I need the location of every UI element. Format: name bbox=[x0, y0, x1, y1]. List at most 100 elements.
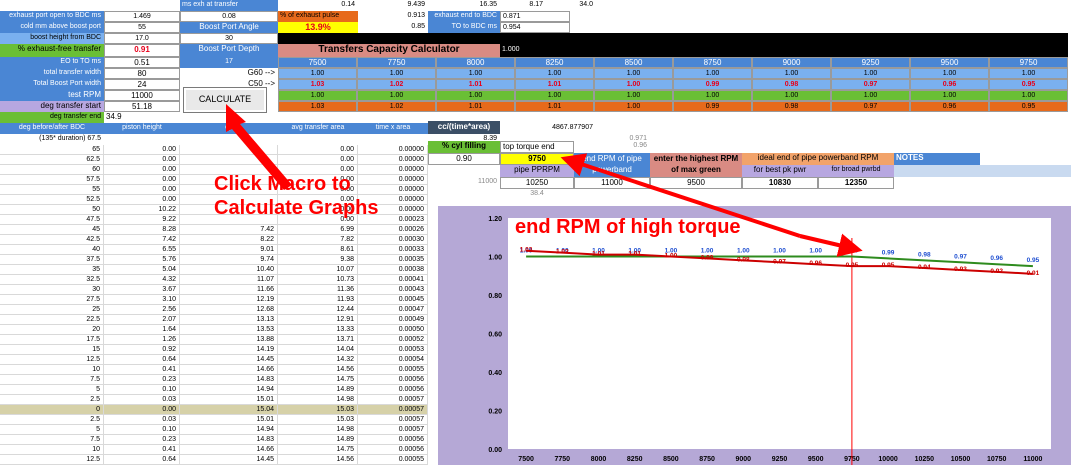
row_c50-cell[interactable]: 0.99 bbox=[673, 79, 752, 90]
op-cell[interactable]: 8.22 bbox=[180, 235, 278, 245]
rpm_header-cell[interactable]: 8750 bbox=[673, 57, 752, 68]
avg-cell[interactable]: 6.99 bbox=[278, 225, 358, 235]
piston-cell[interactable]: 0.23 bbox=[104, 435, 180, 445]
row_test-cell[interactable]: 1.00 bbox=[989, 90, 1068, 101]
op-cell[interactable]: 14.83 bbox=[180, 435, 278, 445]
deg-cell[interactable]: 17.5 bbox=[0, 335, 104, 345]
time-cell[interactable]: 0.00047 bbox=[358, 305, 428, 315]
deg-cell[interactable]: 12.5 bbox=[0, 455, 104, 465]
piston-cell[interactable]: 0.00 bbox=[104, 145, 180, 155]
best-pk-value[interactable]: 10830 bbox=[742, 177, 818, 189]
op-cell[interactable]: 14.45 bbox=[180, 455, 278, 465]
avg-cell[interactable]: 7.82 bbox=[278, 235, 358, 245]
rpm_header-cell[interactable]: 9500 bbox=[910, 57, 989, 68]
op-cell[interactable] bbox=[180, 145, 278, 155]
cell[interactable]: 4867.877907 bbox=[500, 123, 596, 134]
cell[interactable]: 55 bbox=[104, 22, 180, 33]
row_c50-cell[interactable]: 1.03 bbox=[278, 79, 357, 90]
row_c50-cell[interactable]: 1.02 bbox=[357, 79, 436, 90]
avg-cell[interactable]: 14.56 bbox=[278, 365, 358, 375]
deg-cell[interactable]: 40 bbox=[0, 245, 104, 255]
row_g60-cell[interactable]: 1.00 bbox=[831, 68, 910, 79]
cell[interactable]: 51.18 bbox=[104, 101, 180, 112]
time-cell[interactable]: 0.00056 bbox=[358, 375, 428, 385]
row_test-cell[interactable]: 1.00 bbox=[594, 90, 673, 101]
row_start-cell[interactable]: 0.96 bbox=[910, 101, 989, 112]
piston-cell[interactable]: 5.76 bbox=[104, 255, 180, 265]
cell[interactable]: 0.14 bbox=[278, 0, 358, 11]
row_start-cell[interactable]: 1.02 bbox=[357, 101, 436, 112]
row_test-cell[interactable]: 1.00 bbox=[752, 90, 831, 101]
piston-cell[interactable]: 3.10 bbox=[104, 295, 180, 305]
top-torque-value[interactable]: 9750 bbox=[500, 153, 574, 165]
time-cell[interactable]: 0.00000 bbox=[358, 155, 428, 165]
op-cell[interactable]: 11.66 bbox=[180, 285, 278, 295]
op-cell[interactable]: 10.40 bbox=[180, 265, 278, 275]
deg-cell[interactable]: 15 bbox=[0, 345, 104, 355]
cell[interactable]: 38.4 bbox=[500, 189, 574, 200]
op-cell[interactable]: 14.66 bbox=[180, 365, 278, 375]
deg-cell[interactable]: 55 bbox=[0, 185, 104, 195]
row_start-cell[interactable]: 0.98 bbox=[752, 101, 831, 112]
deg-cell[interactable]: 32.5 bbox=[0, 275, 104, 285]
time-cell[interactable]: 0.00000 bbox=[358, 145, 428, 155]
cell[interactable]: 0.51 bbox=[104, 57, 180, 68]
piston-cell[interactable]: 1.64 bbox=[104, 325, 180, 335]
time-cell[interactable]: 0.00057 bbox=[358, 425, 428, 435]
op-cell[interactable] bbox=[180, 155, 278, 165]
row_g60-cell[interactable]: 1.00 bbox=[278, 68, 357, 79]
piston-cell[interactable]: 0.10 bbox=[104, 425, 180, 435]
time-cell[interactable]: 0.00043 bbox=[358, 285, 428, 295]
avg-cell[interactable]: 15.03 bbox=[278, 405, 358, 415]
avg-cell[interactable]: 14.75 bbox=[278, 445, 358, 455]
cell[interactable]: 0.913 bbox=[358, 11, 428, 22]
deg-cell[interactable]: 52.5 bbox=[0, 195, 104, 205]
calculate-button[interactable]: CALCULATE bbox=[184, 88, 266, 112]
cell[interactable]: 0.08 bbox=[180, 11, 278, 22]
row_start-cell[interactable]: 1.00 bbox=[594, 101, 673, 112]
piston-cell[interactable]: 8.28 bbox=[104, 225, 180, 235]
powerband-value[interactable]: 11000 bbox=[574, 177, 650, 189]
piston-cell[interactable]: 0.64 bbox=[104, 455, 180, 465]
op-cell[interactable]: 14.83 bbox=[180, 375, 278, 385]
time-cell[interactable]: 0.00038 bbox=[358, 265, 428, 275]
rpm_header-cell[interactable]: 8000 bbox=[436, 57, 515, 68]
piston-cell[interactable]: 2.07 bbox=[104, 315, 180, 325]
avg-cell[interactable]: 13.33 bbox=[278, 325, 358, 335]
row_g60-cell[interactable]: 1.00 bbox=[594, 68, 673, 79]
piston-cell[interactable]: 0.00 bbox=[104, 165, 180, 175]
deg-cell[interactable]: 42.5 bbox=[0, 235, 104, 245]
row_g60-cell[interactable]: 1.00 bbox=[752, 68, 831, 79]
rpm_header-cell[interactable]: 8500 bbox=[594, 57, 673, 68]
row_g60-cell[interactable]: 1.00 bbox=[989, 68, 1068, 79]
time-cell[interactable]: 0.00057 bbox=[358, 405, 428, 415]
avg-cell[interactable]: 14.98 bbox=[278, 395, 358, 405]
piston-cell[interactable]: 0.00 bbox=[104, 195, 180, 205]
cell[interactable]: 1.469 bbox=[104, 11, 180, 22]
avg-cell[interactable]: 12.91 bbox=[278, 315, 358, 325]
cell[interactable]: 1.000 bbox=[500, 44, 1068, 57]
cell[interactable]: 8.17 bbox=[500, 0, 546, 11]
deg-cell[interactable]: 57.5 bbox=[0, 175, 104, 185]
op-cell[interactable]: 13.13 bbox=[180, 315, 278, 325]
exhaust-free-value[interactable]: 0.91 bbox=[104, 44, 180, 57]
row_test-cell[interactable]: 1.00 bbox=[831, 90, 910, 101]
avg-cell[interactable]: 15.03 bbox=[278, 415, 358, 425]
cell[interactable]: 17.0 bbox=[104, 33, 180, 44]
piston-cell[interactable]: 0.23 bbox=[104, 375, 180, 385]
time-cell[interactable]: 0.00056 bbox=[358, 435, 428, 445]
deg-cell[interactable]: 5 bbox=[0, 385, 104, 395]
deg-cell[interactable]: 12.5 bbox=[0, 355, 104, 365]
cell[interactable]: 11000 bbox=[428, 177, 500, 188]
time-cell[interactable]: 0.00026 bbox=[358, 225, 428, 235]
row_c50-cell[interactable]: 0.96 bbox=[910, 79, 989, 90]
row_test-cell[interactable]: 1.00 bbox=[436, 90, 515, 101]
row_test-cell[interactable]: 1.00 bbox=[910, 90, 989, 101]
deg-cell[interactable]: 0 bbox=[0, 405, 104, 415]
avg-cell[interactable]: 8.61 bbox=[278, 245, 358, 255]
row_start-cell[interactable]: 1.01 bbox=[436, 101, 515, 112]
piston-cell[interactable]: 0.03 bbox=[104, 395, 180, 405]
piston-cell[interactable]: 10.22 bbox=[104, 205, 180, 215]
deg-cell[interactable]: 50 bbox=[0, 205, 104, 215]
deg-cell[interactable]: 10 bbox=[0, 445, 104, 455]
